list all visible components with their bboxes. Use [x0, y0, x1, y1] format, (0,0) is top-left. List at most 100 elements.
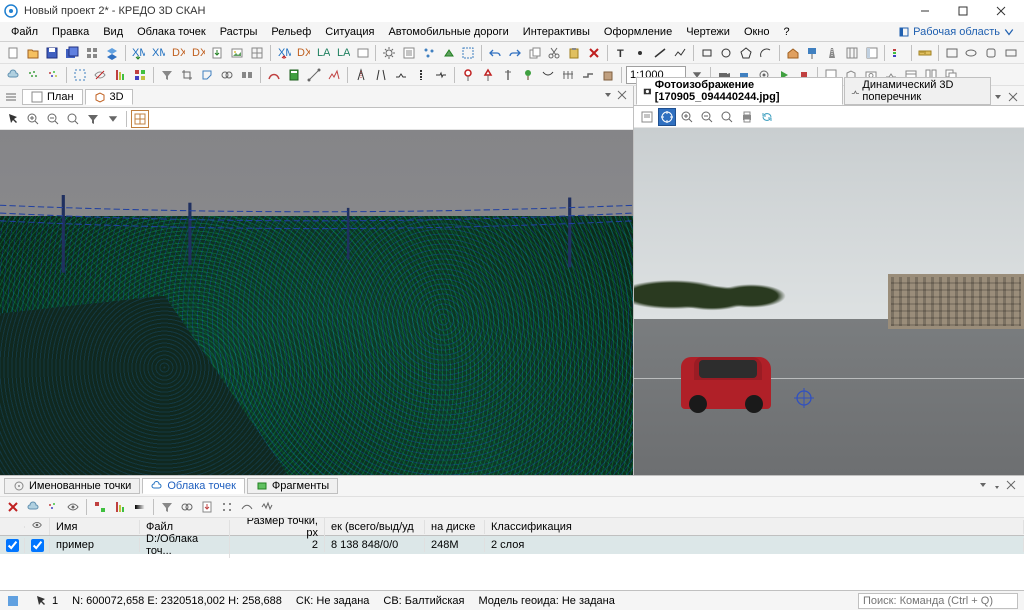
layers-icon[interactable] — [103, 44, 121, 62]
las-export-icon[interactable]: LAS — [314, 44, 332, 62]
polygon-icon[interactable] — [737, 44, 755, 62]
grid-icon[interactable] — [83, 44, 101, 62]
eye-header-icon[interactable] — [25, 518, 50, 535]
undo-icon[interactable] — [486, 44, 504, 62]
bottom-panel-close-icon[interactable] — [1006, 480, 1016, 493]
merge-icon[interactable] — [218, 66, 236, 84]
curb-icon[interactable] — [579, 66, 597, 84]
photo-target-icon[interactable] — [658, 108, 676, 126]
minimize-button[interactable] — [906, 0, 944, 22]
th-name[interactable]: Имя — [50, 520, 140, 534]
circle-icon[interactable] — [717, 44, 735, 62]
point-icon[interactable] — [631, 44, 649, 62]
dxf-import-icon[interactable]: DXF — [169, 44, 187, 62]
class-color-icon[interactable] — [131, 66, 149, 84]
view2-icon[interactable] — [963, 44, 981, 62]
xml-import-icon[interactable]: XML — [129, 44, 147, 62]
pane-menu-icon[interactable] — [603, 90, 613, 103]
ruler-icon[interactable] — [916, 44, 934, 62]
menu-roads[interactable]: Автомобильные дороги — [381, 24, 515, 40]
tab-3d[interactable]: 3D — [85, 89, 133, 105]
maximize-button[interactable] — [944, 0, 982, 22]
delete-icon[interactable] — [585, 44, 603, 62]
doc-import-icon[interactable] — [208, 44, 226, 62]
menu-rasters[interactable]: Растры — [213, 24, 265, 40]
split-icon[interactable] — [238, 66, 256, 84]
sb-sk[interactable]: СК: Не задана — [296, 595, 369, 607]
cloud-icon[interactable] — [4, 66, 22, 84]
tab-menu-icon[interactable] — [2, 88, 20, 106]
road-cross-icon[interactable] — [392, 66, 410, 84]
xml-export-icon[interactable]: XML — [275, 44, 293, 62]
open-icon[interactable] — [24, 44, 42, 62]
bt-merge-icon[interactable] — [178, 498, 196, 516]
photo-sync-icon[interactable] — [758, 108, 776, 126]
view4-icon[interactable] — [1002, 44, 1020, 62]
sign1-icon[interactable] — [459, 66, 477, 84]
right-pane-close-icon[interactable] — [1004, 92, 1022, 105]
pole-icon[interactable] — [499, 66, 517, 84]
rect-icon[interactable] — [698, 44, 716, 62]
tab-fragments[interactable]: Фрагменты — [247, 478, 338, 494]
table-row[interactable]: пример D:/Облака точ... 2 8 138 848/0/0 … — [0, 536, 1024, 554]
tab-plan[interactable]: План — [22, 89, 83, 105]
tab-cross-section[interactable]: Динамический 3D поперечник — [844, 77, 991, 105]
topoxml-import-icon[interactable]: XML — [149, 44, 167, 62]
row-checkbox[interactable] — [6, 539, 19, 552]
bottom-panel-pin-icon[interactable] — [992, 480, 1002, 493]
polyline-icon[interactable] — [671, 44, 689, 62]
bt-filter-icon[interactable] — [158, 498, 176, 516]
filter3d-down-icon[interactable] — [104, 110, 122, 128]
th-psize[interactable]: Размер точки, px — [230, 518, 325, 540]
building-icon[interactable] — [599, 66, 617, 84]
tab-clouds[interactable]: Облака точек — [142, 478, 245, 494]
tab-named-points[interactable]: Именованные точки — [4, 478, 140, 494]
bt-delete-icon[interactable] — [4, 498, 22, 516]
workspace-link[interactable]: Рабочая область — [893, 24, 1020, 40]
layer-panel-icon[interactable] — [863, 44, 881, 62]
photo-print-icon[interactable] — [738, 108, 756, 126]
house-icon[interactable] — [784, 44, 802, 62]
bt-smooth-icon[interactable] — [238, 498, 256, 516]
menu-design[interactable]: Оформление — [597, 24, 679, 40]
menu-file[interactable]: Файл — [4, 24, 45, 40]
bt-class-icon[interactable] — [91, 498, 109, 516]
text-icon[interactable]: T — [612, 44, 630, 62]
image-import-icon[interactable] — [228, 44, 246, 62]
menu-edit[interactable]: Правка — [45, 24, 96, 40]
track-icon[interactable] — [265, 66, 283, 84]
tree-icon[interactable] — [519, 66, 537, 84]
photo-zoomin-icon[interactable] — [678, 108, 696, 126]
dxf-export-icon[interactable]: DXF — [294, 44, 312, 62]
th-disk[interactable]: на диске — [425, 520, 485, 534]
viewport-photo[interactable] — [634, 128, 1024, 475]
line-icon[interactable] — [651, 44, 669, 62]
menu-drawings[interactable]: Чертежи — [679, 24, 737, 40]
photo-fit-icon[interactable] — [718, 108, 736, 126]
wire-icon[interactable] — [539, 66, 557, 84]
region-icon[interactable] — [198, 66, 216, 84]
save-icon[interactable] — [44, 44, 62, 62]
saveall-icon[interactable] — [63, 44, 81, 62]
right-pane-menu-icon[interactable] — [993, 92, 1003, 105]
redo-icon[interactable] — [506, 44, 524, 62]
menu-situation[interactable]: Ситуация — [318, 24, 381, 40]
zoomfit3d-icon[interactable] — [64, 110, 82, 128]
command-search-input[interactable] — [858, 593, 1018, 609]
legend-icon[interactable] — [889, 44, 907, 62]
sign2-icon[interactable] — [479, 66, 497, 84]
menu-relief[interactable]: Рельеф — [264, 24, 318, 40]
menu-interactive[interactable]: Интерактивы — [516, 24, 597, 40]
view1-icon[interactable] — [943, 44, 961, 62]
cut-icon[interactable] — [545, 44, 563, 62]
filter3d-icon[interactable] — [84, 110, 102, 128]
calc-icon[interactable] — [285, 66, 303, 84]
new-icon[interactable] — [4, 44, 22, 62]
model-icon[interactable] — [440, 44, 458, 62]
cloud-hide-icon[interactable] — [91, 66, 109, 84]
sb-geoid[interactable]: Модель геоида: Не задана — [479, 595, 615, 607]
show-grid-icon[interactable] — [131, 110, 149, 128]
menu-help[interactable]: ? — [777, 24, 797, 40]
laz-export-icon[interactable]: LAZ — [334, 44, 352, 62]
select-all-icon[interactable] — [459, 44, 477, 62]
